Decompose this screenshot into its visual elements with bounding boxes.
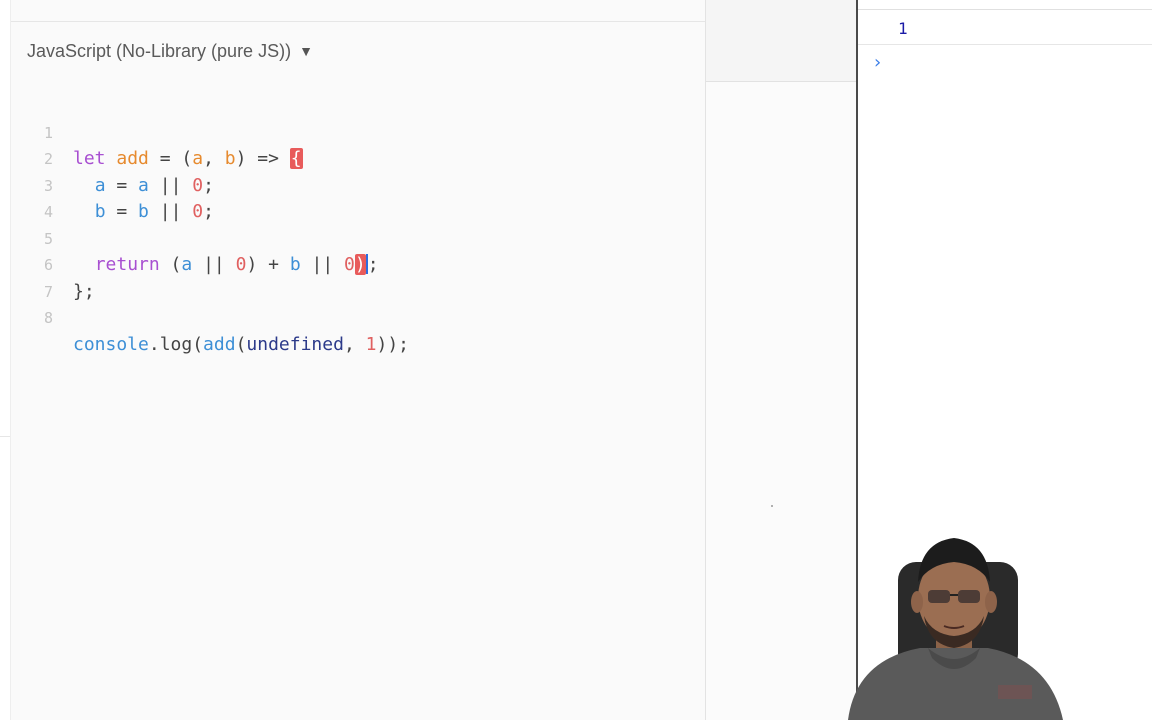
token-function-call: add [203, 333, 236, 355]
console-top-border [858, 9, 1152, 10]
token-operator: || [300, 254, 345, 275]
line-content: let add = (a, b) => { [73, 146, 303, 173]
token-operator: ) + [246, 254, 290, 275]
code-line[interactable]: 8 console.log(add(undefined, 1)); [11, 279, 409, 355]
matched-paren-highlight: ) [354, 254, 366, 275]
token-variable: a [138, 174, 149, 196]
token-operator: ( [159, 254, 182, 275]
token-number: 0 [235, 254, 247, 275]
token-param: a [192, 148, 204, 169]
token-operator: || [192, 254, 236, 275]
code-line[interactable]: 2 a = a || 0; [11, 120, 214, 196]
token-operator: , [203, 148, 225, 169]
code-line[interactable]: 6 }; [11, 226, 98, 302]
token-number: 0 [344, 254, 355, 275]
language-label: JavaScript (No-Library (pure JS)) [27, 41, 292, 61]
console-row-separator [858, 44, 1152, 45]
editor-topbar [11, 0, 705, 22]
dropdown-caret-icon: ▼ [299, 43, 313, 59]
token-keyword: return [94, 254, 160, 275]
code-editor[interactable]: 1 let add = (a, b) => { 2 a = a || 0; 3 … [11, 93, 409, 355]
stray-dot [771, 505, 773, 507]
matched-brace-highlight: { [289, 148, 303, 169]
token-object: console [73, 333, 149, 355]
token-operator: ; [367, 254, 379, 275]
token-operator: = [105, 174, 139, 196]
token-operator: || [148, 174, 193, 196]
token-number: 0 [192, 201, 204, 222]
token-operator: ) => [235, 148, 290, 169]
token-variable: b [138, 201, 149, 222]
token-method: .log( [148, 333, 204, 355]
screen: JavaScript (No-Library (pure JS)) ▼ 1 let… [0, 0, 1152, 720]
token-variable: b [289, 254, 301, 275]
token-operator: || [148, 201, 193, 222]
console-prompt-icon[interactable]: › [872, 52, 883, 73]
token-number: 1 [365, 333, 377, 355]
token-variable: a [181, 254, 193, 275]
token-operator: ; [203, 174, 214, 196]
console-output-value: 1 [898, 19, 908, 38]
line-content: console.log(add(undefined, 1)); [73, 332, 409, 359]
token-identifier: undefined [246, 333, 344, 355]
token-operator: = ( [148, 148, 193, 169]
token-number: 0 [192, 174, 204, 196]
line-number: 8 [43, 309, 53, 327]
token-operator: = [105, 201, 139, 222]
js-editor-pane: JavaScript (No-Library (pure JS)) ▼ 1 let… [10, 0, 706, 720]
token-function-name: add [116, 148, 149, 169]
result-pane-header [706, 0, 856, 82]
webcam-overlay [828, 520, 1073, 720]
token-operator: ( [235, 333, 247, 355]
token-param: b [224, 148, 236, 169]
code-line[interactable]: 4 [11, 173, 98, 221]
line-content: return (a || 0) + b || 0); [73, 252, 379, 279]
code-line[interactable]: 3 b = b || 0; [11, 146, 214, 223]
token-operator: ; [203, 201, 214, 222]
code-line[interactable]: 7 [11, 252, 98, 301]
token-operator: , [343, 333, 366, 355]
language-selector[interactable]: JavaScript (No-Library (pure JS)) ▼ [27, 41, 313, 62]
code-line[interactable]: 5 return (a || 0) + b || 0); [11, 199, 379, 275]
left-edge-divider [0, 436, 10, 437]
token-operator: )); [376, 333, 409, 355]
code-line[interactable]: 1 let add = (a, b) => { [11, 93, 303, 169]
presenter-video-icon [848, 538, 1063, 720]
